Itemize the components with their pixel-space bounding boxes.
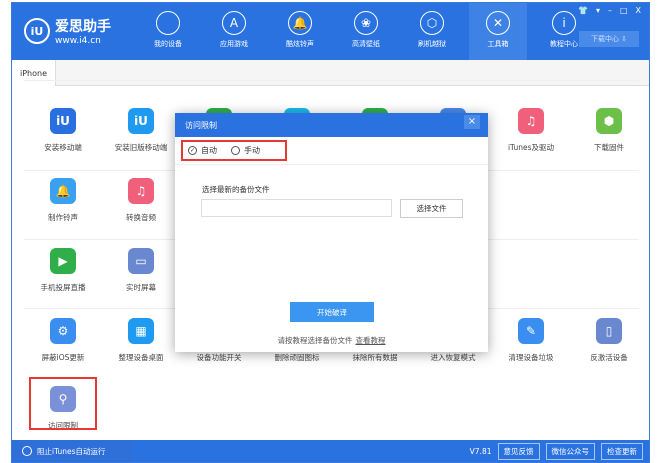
tool-label: 设备功能开关 (196, 353, 242, 362)
download-center-button[interactable]: 下载中心 ⇩ (579, 31, 639, 47)
tool-icon: ✎ (518, 318, 544, 344)
nav-icon: ✕ (486, 11, 510, 35)
skin-icon[interactable]: 👕 (578, 6, 588, 15)
tool-item[interactable]: ▭ 实时屏幕 (102, 248, 180, 293)
tool-icon: ▦ (128, 318, 154, 344)
tool-item[interactable]: ♫ iTunes及驱动 (492, 108, 570, 153)
menu-icon[interactable]: ▾ (596, 6, 600, 15)
nav-icon (156, 11, 180, 35)
window-controls: 👕 ▾ – □ X (578, 6, 641, 15)
tool-label: 清理设备垃圾 (508, 353, 554, 362)
tool-label: 进入恢复模式 (430, 353, 476, 362)
close-icon[interactable]: X (636, 6, 641, 15)
tool-label: 手机投屏直播 (40, 283, 86, 292)
hint-text: 请按教程选择备份文件 查看教程 (175, 335, 488, 346)
nav-item-0[interactable]: 我的设备 (139, 3, 197, 60)
nav-label: 刷机越狱 (418, 40, 446, 48)
nav-label: 酷炫铃声 (286, 40, 314, 48)
nav-icon: ⬡ (420, 11, 444, 35)
backup-file-input[interactable] (201, 199, 392, 217)
nav-item-5[interactable]: ✕ 工具箱 (469, 3, 527, 60)
radio-unchecked-icon (231, 146, 240, 155)
tool-item[interactable]: ✎ 清理设备垃圾 (492, 318, 570, 363)
nav-icon: ❀ (354, 11, 378, 35)
tool-item[interactable]: ⬢ 下载固件 (570, 108, 648, 153)
radio-icon (22, 446, 32, 456)
nav-item-4[interactable]: ⬡ 刷机越狱 (403, 3, 461, 60)
tool-label: 转换音频 (126, 213, 156, 222)
nav-item-2[interactable]: 🔔 酷炫铃声 (271, 3, 329, 60)
itunes-toggle-label: 阻止iTunes自动运行 (37, 446, 106, 456)
tool-icon: iU (128, 108, 154, 134)
wechat-button[interactable]: 微信公众号 (545, 443, 595, 460)
dialog-close-button[interactable]: × (464, 115, 480, 129)
tool-item[interactable]: ▶ 手机投屏直播 (24, 248, 102, 293)
logo-title: 爱思助手 (55, 19, 111, 35)
tool-label: 安装移动端 (44, 143, 82, 152)
highlight-box (29, 377, 97, 430)
device-tabbar: iPhone (12, 60, 649, 86)
tool-item[interactable]: ⚙ 屏蔽iOS更新 (24, 318, 102, 363)
tool-icon: ▶ (50, 248, 76, 274)
tool-label: iTunes及驱动 (507, 143, 555, 152)
mode-radio-group: ✓ 自动 手动 (181, 140, 287, 161)
access-restriction-dialog: 访问限制 × ✓ 自动 手动 选择最新的备份文件 选择文件 开始破译 请按教程选择… (175, 113, 488, 352)
nav-label: 应用游戏 (220, 40, 248, 48)
tool-icon: ⬢ (596, 108, 622, 134)
tool-label: 删除顽固图标 (274, 353, 320, 362)
choose-file-button[interactable]: 选择文件 (400, 199, 463, 218)
logo-url: www.i4.cn (55, 36, 101, 46)
nav-label: 工具箱 (487, 40, 509, 48)
tool-item[interactable]: 🔔 制作铃声 (24, 178, 102, 223)
tool-label: 制作铃声 (48, 213, 78, 222)
dialog-title: 访问限制 (175, 113, 488, 137)
tool-label: 实时屏幕 (126, 283, 156, 292)
nav-icon: i (552, 11, 576, 35)
footer: 阻止iTunes自动运行 V7.81 意见反馈 微信公众号 检查更新 (12, 440, 649, 462)
view-tutorial-link[interactable]: 查看教程 (356, 336, 386, 345)
tool-item[interactable]: ♫ 转换音频 (102, 178, 180, 223)
maximize-icon[interactable]: □ (620, 6, 628, 15)
tool-label: 反激活设备 (590, 353, 628, 362)
tool-item[interactable]: ▦ 整理设备桌面 (102, 318, 180, 363)
tool-label: 安装旧版移动端 (114, 143, 168, 152)
radio-auto-label: 自动 (201, 146, 217, 155)
check-update-button[interactable]: 检查更新 (601, 443, 643, 460)
nav-item-1[interactable]: A 应用游戏 (205, 3, 263, 60)
header: iU 爱思助手 www.i4.cn 我的设备 A 应用游戏 🔔 酷炫铃声 ❀ 高清壁纸 ⬡ 刷机越… (12, 3, 649, 60)
tool-label: 抹除所有数据 (352, 353, 398, 362)
tool-icon: ▯ (596, 318, 622, 344)
radio-manual-label: 手动 (244, 146, 260, 155)
itunes-toggle[interactable]: 阻止iTunes自动运行 (12, 440, 132, 462)
radio-auto[interactable]: ✓ 自动 (188, 145, 217, 156)
minimize-icon[interactable]: – (608, 6, 612, 15)
logo-icon: iU (24, 18, 50, 44)
tool-item[interactable]: ▯ 反激活设备 (570, 318, 648, 363)
nav-icon: A (222, 11, 246, 35)
radio-manual[interactable]: 手动 (231, 145, 260, 156)
nav-icon: 🔔 (288, 11, 312, 35)
tool-label: 下载固件 (594, 143, 624, 152)
nav-label: 我的设备 (154, 40, 182, 48)
version: V7.81 (469, 447, 492, 456)
logo: iU 爱思助手 www.i4.cn (24, 16, 111, 46)
start-decrypt-button[interactable]: 开始破译 (290, 302, 374, 322)
tool-icon: ♫ (518, 108, 544, 134)
nav-label: 高清壁纸 (352, 40, 380, 48)
tool-icon: ⚙ (50, 318, 76, 344)
tool-label: 整理设备桌面 (118, 353, 164, 362)
feedback-button[interactable]: 意见反馈 (497, 443, 540, 460)
tool-icon: ▭ (128, 248, 154, 274)
tool-icon: ♫ (128, 178, 154, 204)
tool-icon: 🔔 (50, 178, 76, 204)
tab-iphone[interactable]: iPhone (12, 60, 56, 86)
radio-checked-icon: ✓ (188, 146, 197, 155)
tool-item[interactable]: iU 安装旧版移动端 (102, 108, 180, 153)
hint-label: 请按教程选择备份文件 (277, 336, 353, 345)
tool-item[interactable]: iU 安装移动端 (24, 108, 102, 153)
file-label: 选择最新的备份文件 (202, 185, 270, 194)
nav-item-3[interactable]: ❀ 高清壁纸 (337, 3, 395, 60)
tool-icon: iU (50, 108, 76, 134)
tool-label: 屏蔽iOS更新 (41, 353, 85, 362)
